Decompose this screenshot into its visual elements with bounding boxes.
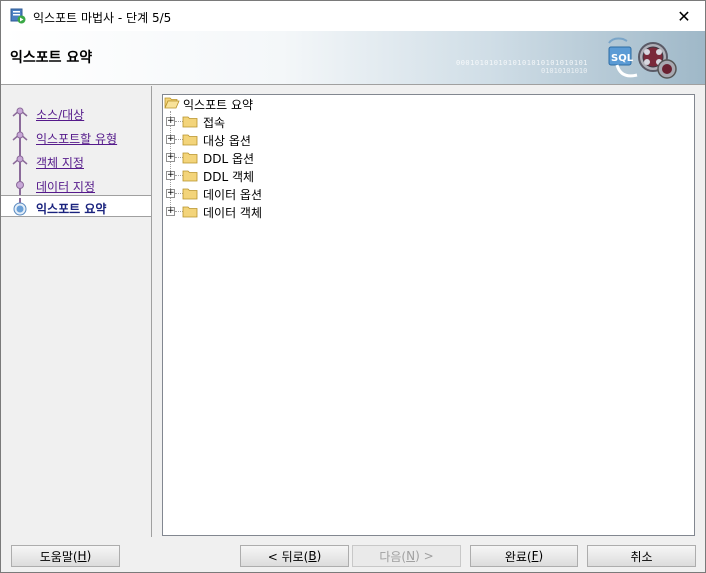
folder-icon — [182, 152, 198, 164]
help-button-label: 도움말( — [39, 549, 78, 564]
tree-node-label: 데이터 옵션 — [203, 188, 263, 202]
next-mnemonic: N — [406, 549, 416, 563]
tree-node-connection[interactable]: + 접속 — [163, 113, 463, 131]
wizard-app-icon — [10, 8, 26, 24]
tree-root-node[interactable]: 익스포트 요약 — [163, 95, 363, 113]
help-button-suffix: ) — [86, 549, 92, 563]
tree-node-label: 데이터 객체 — [203, 206, 263, 220]
step-visited-icon — [12, 152, 28, 172]
open-folder-icon — [164, 97, 180, 109]
tree-node-label: 대상 옵션 — [203, 134, 251, 148]
banner-binary-decoration-2: 01010101010 — [541, 67, 588, 75]
window-title: 익스포트 마법사 - 단계 5/5 — [33, 11, 172, 25]
sql-export-logo-icon: SQL — [608, 37, 677, 79]
step-visited-icon — [12, 128, 28, 148]
back-button[interactable]: < 뒤로(B) — [240, 545, 349, 567]
tree-root-label: 익스포트 요약 — [183, 98, 254, 112]
step-visited-icon — [12, 107, 28, 124]
step-label: 익스포트할 유형 — [36, 132, 118, 146]
tree-node-data-options[interactable]: + 데이터 옵션 — [163, 185, 463, 203]
finish-button-label: 완료( — [504, 549, 532, 564]
tree-node-ddl-objects[interactable]: + DDL 객체 — [163, 167, 463, 185]
back-button-suffix: ) — [316, 549, 322, 563]
expand-plus-icon[interactable]: + — [166, 171, 175, 180]
step-label: 소스/대상 — [36, 108, 85, 122]
back-button-label: < 뒤로( — [267, 549, 309, 564]
expand-plus-icon[interactable]: + — [166, 135, 175, 144]
banner-heading: 익스포트 요약 — [10, 50, 93, 66]
summary-tree[interactable]: 익스포트 요약 + 접속 + 대상 옵션 + DDL 옵션 + DDL 객체 +… — [162, 94, 695, 536]
expand-plus-icon[interactable]: + — [166, 189, 175, 198]
tree-node-ddl-options[interactable]: + DDL 옵션 — [163, 149, 463, 167]
close-button[interactable]: ✕ — [663, 1, 705, 31]
step-source-target[interactable]: 소스/대상 — [1, 102, 151, 124]
finish-button[interactable]: 완료(F) — [470, 545, 578, 567]
current-step-icon — [13, 198, 27, 216]
banner-binary-decoration: 0001010101010101010101010101 — [456, 59, 589, 67]
expand-plus-icon[interactable]: + — [166, 117, 175, 126]
finish-mnemonic: F — [531, 549, 539, 563]
title-bar: 익스포트 마법사 - 단계 5/5 ✕ — [1, 1, 705, 31]
expand-plus-icon[interactable]: + — [166, 153, 175, 162]
close-icon: ✕ — [677, 6, 691, 26]
folder-icon — [182, 188, 198, 200]
step-label: 익스포트 요약 — [36, 202, 107, 216]
help-mnemonic: H — [77, 549, 87, 563]
export-wizard-window: 익스포트 마법사 - 단계 5/5 ✕ 익스포트 요약 000101010101… — [0, 0, 706, 573]
tree-node-target-options[interactable]: + 대상 옵션 — [163, 131, 463, 149]
cancel-button[interactable]: 취소 — [587, 545, 696, 567]
step-export-types[interactable]: 익스포트할 유형 — [1, 126, 151, 148]
cancel-button-label: 취소 — [630, 549, 653, 564]
step-label: 데이터 지정 — [36, 180, 96, 194]
next-button[interactable]: 다음(N) > — [352, 545, 461, 567]
tree-node-label: 접속 — [203, 116, 226, 130]
step-visited-icon — [16, 176, 24, 196]
expand-plus-icon[interactable]: + — [166, 207, 175, 216]
step-specify-data[interactable]: 데이터 지정 — [1, 174, 151, 196]
wizard-banner: 익스포트 요약 0001010101010101010101010101 010… — [1, 31, 705, 85]
step-label: 객체 지정 — [36, 156, 84, 170]
folder-icon — [182, 116, 198, 128]
tree-node-label: DDL 옵션 — [203, 152, 255, 166]
back-mnemonic: B — [308, 549, 317, 563]
tree-node-label: DDL 객체 — [203, 170, 255, 184]
step-specify-objects[interactable]: 객체 지정 — [1, 150, 151, 172]
tree-node-data-objects[interactable]: + 데이터 객체 — [163, 203, 463, 221]
next-button-label: 다음( — [379, 549, 407, 564]
finish-button-suffix: ) — [538, 549, 544, 563]
next-button-suffix: ) > — [415, 549, 434, 563]
step-export-summary[interactable]: 익스포트 요약 — [1, 195, 151, 217]
folder-icon — [182, 206, 198, 218]
logo-sql-text: SQL — [611, 53, 634, 64]
folder-icon — [182, 134, 198, 146]
folder-icon — [182, 170, 198, 182]
help-button[interactable]: 도움말(H) — [11, 545, 120, 567]
wizard-steps-panel: 소스/대상 익스포트할 유형 객체 지정 데이터 지정 익스포트 요약 — [1, 86, 152, 537]
